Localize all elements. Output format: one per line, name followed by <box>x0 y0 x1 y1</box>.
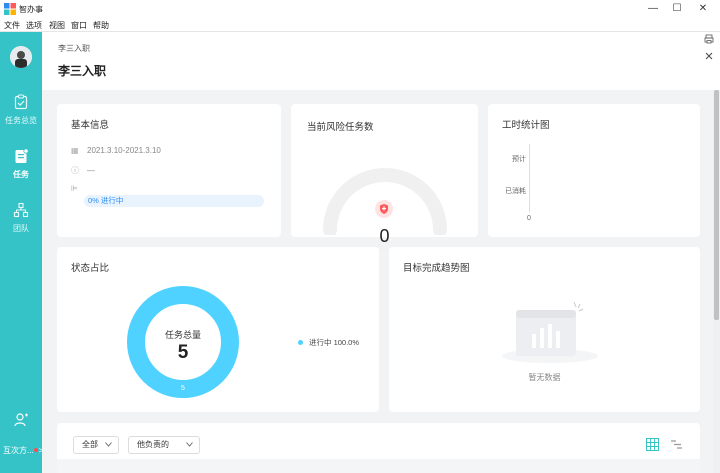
chevron-down-icon <box>105 442 112 447</box>
basic-info-card: 基本信息 ▦ 2021.3.10-2021.3.10 ⓘ — ⊫ 0% 进行中 <box>57 104 281 237</box>
trend-title: 目标完成趋势图 <box>403 263 470 274</box>
workspace-name: 互次方... <box>3 446 34 455</box>
table-view-icon[interactable] <box>646 438 659 451</box>
hours-axis-zero: 0 <box>527 215 531 222</box>
status-title: 状态占比 <box>71 263 110 274</box>
trend-card: 目标完成趋势图 暂无数据 <box>389 247 700 412</box>
chevron-down-icon <box>186 442 193 447</box>
legend-dot <box>298 340 303 345</box>
sidebar-item-team[interactable]: 团队 <box>0 202 42 234</box>
trend-empty-text: 暂无数据 <box>528 373 561 382</box>
scrollbar-thumb[interactable] <box>714 90 719 320</box>
sidebar-item-label: 任务 <box>13 170 29 179</box>
shield-alert-icon <box>375 200 393 218</box>
menu-bar: 文件 选项 视图 窗口 帮助 <box>0 18 720 32</box>
hours-axis <box>529 144 530 212</box>
task-doc-icon <box>15 148 29 163</box>
main-scrollbar[interactable] <box>713 90 720 473</box>
sidebar-item-overview[interactable]: 任务总览 <box>0 94 42 126</box>
notification-dot <box>33 447 38 452</box>
main-content: 李三入职 李三入职 基本信息 ▦ 2021.3.10-2021.3.10 ⓘ —… <box>42 32 720 473</box>
close-panel-icon[interactable] <box>704 51 714 61</box>
filter-owner-dropdown[interactable]: 他负责的 <box>128 436 200 454</box>
page-title: 李三入职 <box>58 64 107 78</box>
donut-center-label: 任务总量 <box>164 330 201 340</box>
status-legend: 进行中 100.0% <box>298 337 359 348</box>
avatar[interactable] <box>10 46 32 68</box>
hours-card: 工时统计图 预计 已消耗 0 <box>488 104 700 237</box>
app-title: 智办事 <box>19 5 43 14</box>
filter-all-label: 全部 <box>82 440 98 449</box>
title-bar: 智办事 — ☐ ✕ <box>0 0 720 18</box>
date-range: 2021.3.10-2021.3.10 <box>87 146 161 155</box>
task-filter-card: 全部 他负责的 <box>57 423 700 473</box>
sidebar: 任务总览 任务 团队 互次方... > <box>0 32 43 473</box>
workspace-switcher[interactable]: 互次方... > <box>3 445 43 456</box>
clipboard-check-icon <box>14 94 28 110</box>
sidebar-item-label: 任务总览 <box>5 116 37 125</box>
risk-count: 0 <box>379 226 390 246</box>
sidebar-item-label: 团队 <box>13 224 29 233</box>
legend-text: 进行中 100.0% <box>309 338 360 347</box>
basic-info-title: 基本信息 <box>71 120 110 131</box>
owner-value: — <box>87 166 95 175</box>
progress-pill: 0% 进行中 <box>84 195 264 207</box>
date-range-row: ▦ 2021.3.10-2021.3.10 <box>71 146 161 155</box>
printer-icon[interactable] <box>704 34 714 44</box>
menu-options[interactable]: 选项 <box>26 20 42 31</box>
risk-title: 当前风险任务数 <box>307 122 374 133</box>
sidebar-item-tasks[interactable]: 任务 <box>0 148 42 180</box>
app-logo-icon <box>4 3 16 15</box>
owner-row: ⓘ — <box>71 165 95 176</box>
hours-label-estimate: 预计 <box>512 156 526 163</box>
person-add-icon <box>14 413 28 427</box>
status-card: 状态占比 任务总量 5 5 进行中 100.0% <box>57 247 379 412</box>
menu-file[interactable]: 文件 <box>4 20 20 31</box>
table-header-strip <box>57 459 700 473</box>
progress-text: 0% 进行中 <box>88 196 124 205</box>
add-contact-button[interactable] <box>0 412 42 430</box>
info-icon: ⓘ <box>71 166 79 175</box>
filter-all-dropdown[interactable]: 全部 <box>73 436 119 454</box>
page-header: 李三入职 李三入职 <box>42 32 720 90</box>
donut-center-value: 5 <box>177 342 189 363</box>
calendar-icon: ▦ <box>71 146 79 155</box>
progress-icon: ⊫ <box>71 184 78 193</box>
breadcrumb[interactable]: 李三入职 <box>58 43 90 54</box>
hours-title: 工时统计图 <box>502 120 550 131</box>
menu-view[interactable]: 视图 <box>49 20 65 31</box>
menu-help[interactable]: 帮助 <box>93 20 109 31</box>
progress-row: ⊫ <box>71 184 87 193</box>
minimize-button[interactable]: — <box>644 2 662 16</box>
empty-data-illustration-icon <box>502 301 598 363</box>
donut-ring-label: 5 <box>181 385 185 392</box>
risk-card: 当前风险任务数 0 <box>291 104 478 246</box>
maximize-button[interactable]: ☐ <box>668 2 686 16</box>
hours-label-spent: 已消耗 <box>505 188 526 195</box>
team-tree-icon <box>13 202 29 218</box>
gantt-view-icon[interactable] <box>670 438 683 451</box>
close-window-button[interactable]: ✕ <box>694 2 712 16</box>
risk-gauge <box>323 168 447 235</box>
menu-window[interactable]: 窗口 <box>71 20 87 31</box>
filter-owner-label: 他负责的 <box>137 440 169 449</box>
